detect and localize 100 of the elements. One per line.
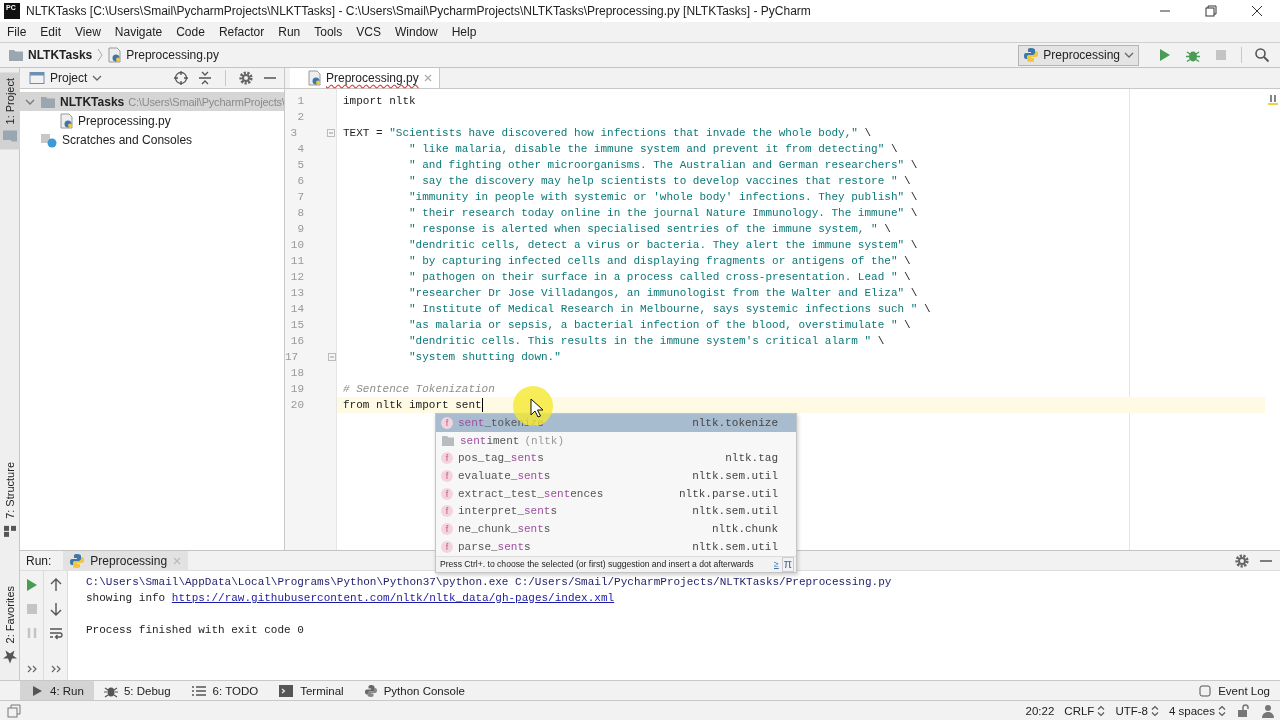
python-icon xyxy=(1023,47,1040,63)
fold-marker-icon[interactable] xyxy=(327,352,338,362)
line-number: 13 xyxy=(289,287,304,299)
tool-window-button[interactable]: Python Console xyxy=(353,681,475,700)
function-badge: f xyxy=(441,469,453,482)
completion-item[interactable]: f ne_chunk_sents nltk.chunk xyxy=(436,520,796,538)
menu-item[interactable]: VCS xyxy=(349,22,388,42)
module-name: nltk.sem.util xyxy=(692,469,778,482)
menu-item[interactable]: Tools xyxy=(307,22,350,42)
chevron-icon xyxy=(96,47,105,63)
console-line: showing info xyxy=(86,592,167,604)
tool-window-button[interactable]: Event Log xyxy=(1188,681,1280,700)
breadcrumb[interactable]: Preprocessing.py xyxy=(108,45,219,65)
tool-window-tab[interactable]: 7: Structure xyxy=(0,455,20,544)
crosshair-icon[interactable] xyxy=(173,70,189,86)
menu-item[interactable]: View xyxy=(68,22,108,42)
person-icon[interactable] xyxy=(1260,702,1276,719)
menu-item[interactable]: Run xyxy=(271,22,308,42)
code-line: "researcher Dr Jose Villadangos, an immunologist from the Walter and Eliza" \ xyxy=(408,286,919,301)
completion-item[interactable]: sentiment (nltk) xyxy=(436,431,796,450)
tree-item[interactable]: NLTKTasks C:\Users\Smail\PycharmProjects\ xyxy=(20,92,284,111)
editor-tab[interactable]: Preprocessing.py xyxy=(290,68,440,88)
code-line: " their research today online in the journal Nature Immunology. The immune" \ xyxy=(408,206,919,221)
soft-wrap-icon[interactable] xyxy=(47,625,64,641)
code-line: import nltk xyxy=(342,94,417,109)
tool-window-tab[interactable]: 1: Project xyxy=(0,72,20,150)
inspection-status-icon xyxy=(1268,93,1278,105)
tool-window-button[interactable]: 5: Debug xyxy=(93,681,181,700)
function-badge: f xyxy=(441,487,453,500)
code-line: " response is alerted when specialised sentries of the immune system, " \ xyxy=(408,222,892,237)
line-number: 16 xyxy=(289,335,304,347)
tool-windows-icon[interactable] xyxy=(6,702,22,719)
line-number: 8 xyxy=(296,207,304,219)
breadcrumb[interactable]: NLTKTasks xyxy=(8,45,93,65)
completion-hint: (nltk) xyxy=(524,434,565,447)
up-down-icon xyxy=(1150,704,1159,717)
menu-item[interactable]: File xyxy=(0,22,34,42)
search-icon[interactable] xyxy=(1254,47,1270,63)
line-number: 6 xyxy=(296,175,304,187)
status-selector[interactable]: 4 spaces xyxy=(1168,704,1226,717)
function-badge: f xyxy=(441,522,453,535)
python-icon xyxy=(69,552,86,569)
pi-symbol[interactable]: π xyxy=(781,556,794,572)
console-line: C:\Users\Smail\AppData\Local\Programs\Python\Python37\python.exe C:/Users/Smail/PycharmProjects/NLTKTasks/Preprocessing.py xyxy=(86,576,892,588)
menu-item[interactable]: Refactor xyxy=(211,22,272,42)
completion-item[interactable]: f evaluate_sents nltk.sem.util xyxy=(436,467,796,485)
completion-name: pos_tag_sents xyxy=(458,452,544,465)
lock-icon[interactable] xyxy=(1236,703,1250,718)
line-number: 1 xyxy=(296,95,304,107)
folder-icon xyxy=(441,434,455,447)
run-tab[interactable]: Preprocessing xyxy=(63,550,189,571)
completion-item[interactable]: f parse_sents nltk.sem.util xyxy=(436,537,796,556)
menu-item[interactable]: Help xyxy=(444,22,484,42)
code-line: " say the discovery may help scientists to develop vaccines that restore " \ xyxy=(408,174,912,189)
up-down-icon xyxy=(1218,704,1226,717)
code-line: " like malaria, disable the immune system and prevent it from detecting" \ xyxy=(408,142,899,157)
status-selector[interactable]: CRLF xyxy=(1064,704,1106,717)
code-line: " and fighting other microorganisms. The Australian and German researchers" \ xyxy=(408,158,919,173)
settings-icon[interactable] xyxy=(1234,552,1250,569)
collapse-icon[interactable] xyxy=(197,70,213,86)
link[interactable]: https://raw.githubusercontent.com/nltk/nltk_data/gh-pages/index.xml xyxy=(171,592,615,604)
link[interactable]: ≥ xyxy=(774,559,779,569)
completion-item[interactable]: f interpret_sents nltk.sem.util xyxy=(436,502,796,521)
menu-item[interactable]: Edit xyxy=(33,22,69,42)
cursor-position: 20:22 xyxy=(1025,704,1055,717)
close-icon[interactable] xyxy=(422,73,433,83)
tree-item[interactable]: Scratches and Consoles xyxy=(20,130,284,149)
line-number: 19 xyxy=(289,383,304,395)
star-icon xyxy=(1,648,18,664)
python-file-icon xyxy=(108,47,123,63)
run-icon xyxy=(30,683,44,698)
code-line: TEXT = "Scientists have discovered how infections that invade the whole body," \ xyxy=(342,126,873,141)
tree-item[interactable]: Preprocessing.py xyxy=(20,111,284,130)
completion-name: sentiment xyxy=(460,434,520,447)
code-line: # Sentence Tokenization xyxy=(342,382,496,397)
line-number: 15 xyxy=(289,319,304,331)
module-name: nltk.tokenize xyxy=(692,416,778,429)
run-configuration-dropdown[interactable]: Preprocessing xyxy=(1018,44,1139,66)
menu-item[interactable]: Navigate xyxy=(107,22,170,42)
folder-icon xyxy=(1,129,18,144)
structure-icon xyxy=(2,523,17,538)
completion-item[interactable]: f pos_tag_sents nltk.tag xyxy=(436,449,796,468)
completion-item[interactable]: f extract_test_sentences nltk.parse.util xyxy=(436,484,796,503)
fold-marker-icon[interactable] xyxy=(326,128,336,138)
tool-window-button[interactable]: 6: TODO xyxy=(180,681,269,700)
caret-icon xyxy=(92,73,103,83)
code-line: " pathogen on their surface in a process called cross-presentation. Lead " \ xyxy=(408,270,912,285)
completion-name: interpret_sents xyxy=(458,505,558,518)
settings-icon[interactable] xyxy=(238,70,254,86)
menu-item[interactable]: Code xyxy=(169,22,212,42)
menu-item[interactable]: Window xyxy=(387,22,445,42)
tool-window-tab[interactable]: 2: Favorites xyxy=(0,579,20,670)
module-name: nltk.parse.util xyxy=(678,487,778,500)
line-number: 10 xyxy=(289,239,304,251)
view-selector[interactable]: Project xyxy=(29,71,103,85)
tool-window-button[interactable]: 4: Run xyxy=(20,681,94,700)
function-badge: f xyxy=(441,416,453,429)
tool-window-button[interactable]: Terminal xyxy=(268,681,354,700)
status-selector[interactable]: UTF-8 xyxy=(1115,704,1159,717)
caret-icon xyxy=(1124,50,1134,60)
